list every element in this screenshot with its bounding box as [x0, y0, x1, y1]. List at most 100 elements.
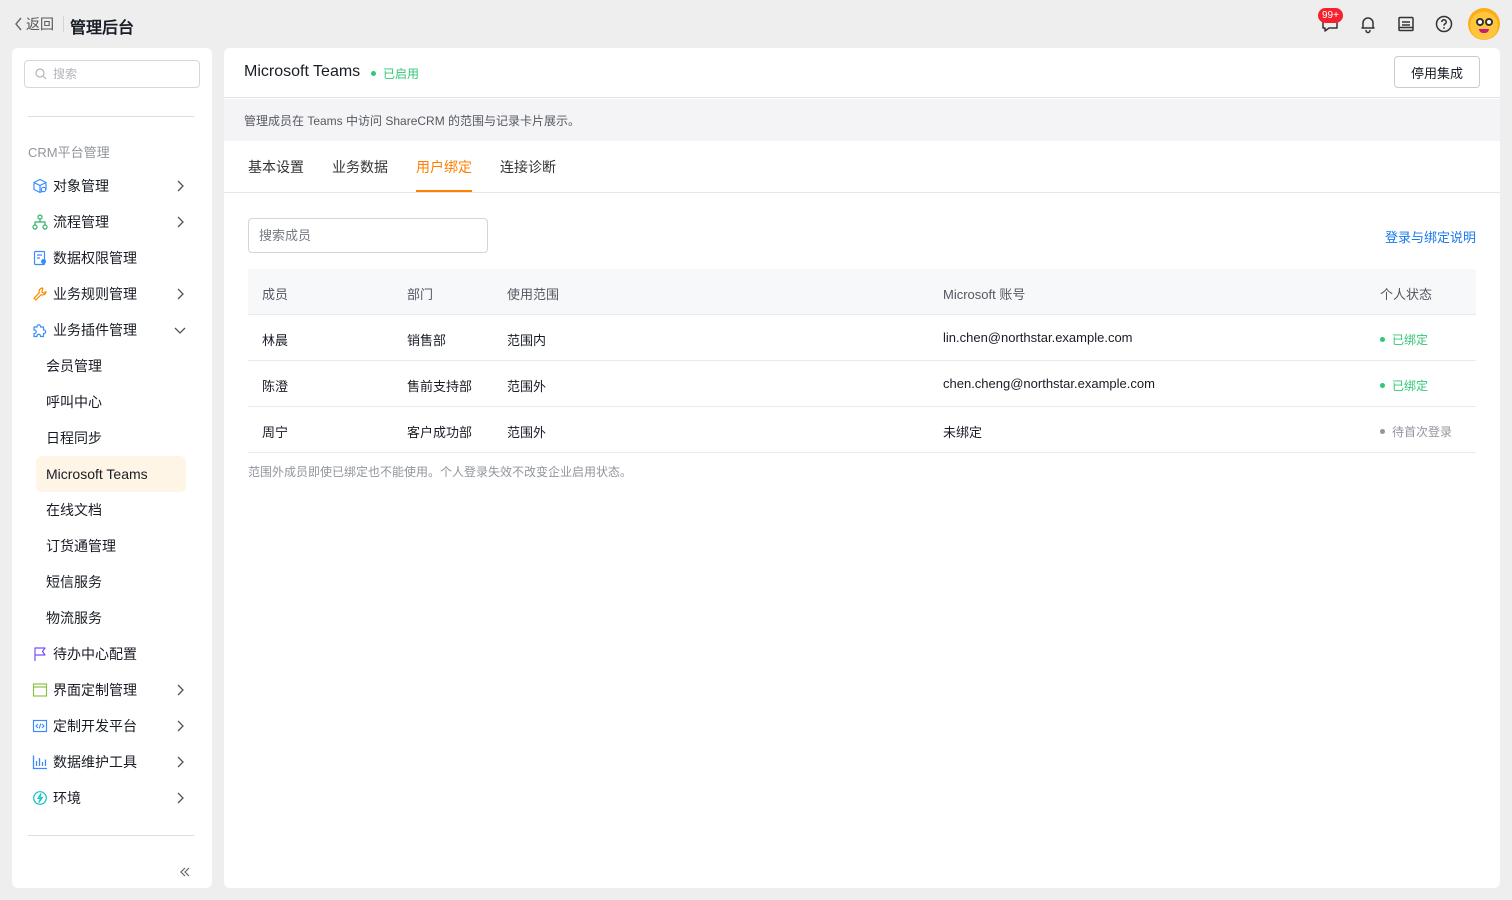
chevron-right-icon: [177, 180, 184, 192]
sidebar-item-data-maintenance[interactable]: 数据维护工具: [12, 744, 212, 780]
member-account: 未绑定: [943, 425, 983, 440]
chevron-right-icon: [177, 684, 184, 696]
column-header-status: 个人状态: [1380, 287, 1433, 302]
page-title: Microsoft Teams: [244, 63, 361, 80]
column-header-department: 部门: [407, 287, 434, 302]
sidebar-item-label: 界面定制管理: [53, 682, 137, 698]
sidebar-subitem-logistics[interactable]: 物流服务: [12, 600, 212, 636]
tab-bar: 基本设置 业务数据 用户绑定 连接诊断: [224, 141, 1500, 193]
sidebar-item-ui-customization[interactable]: 界面定制管理: [12, 672, 212, 708]
chevron-right-icon: [177, 720, 184, 732]
flag-icon: [32, 646, 48, 662]
table-footnote: 范围外成员即使已绑定也不能使用。个人登录失效不改变企业启用状态。: [248, 465, 633, 479]
sidebar-item-object-management[interactable]: 对象管理: [12, 168, 212, 204]
sidebar-item-label: 数据维护工具: [53, 754, 137, 770]
sidebar-nav: 对象管理 流程管理 数据权限管理 业务规则管理 业务插件管理 会员管理 呼叫中心…: [12, 168, 212, 816]
member-name: 陈澄: [262, 379, 289, 394]
active-tab-indicator: [416, 190, 472, 192]
table-header: 成员 部门 使用范围 Microsoft 账号 个人状态: [248, 269, 1476, 315]
tab-user-binding[interactable]: 用户绑定: [416, 157, 472, 177]
member-status: 已绑定: [1380, 331, 1428, 348]
table-row: 林晨 销售部 范围内 lin.chen@northstar.example.co…: [248, 315, 1476, 361]
sidebar-item-label: 环境: [53, 790, 81, 806]
member-search-input[interactable]: [248, 218, 488, 253]
member-department: 售前支持部: [407, 379, 473, 394]
sidebar: CRM平台管理 对象管理 流程管理 数据权限管理 业务规则管理 业务插件管理 会…: [12, 48, 212, 888]
page-header: Microsoft Teams 已启用 停用集成: [224, 48, 1500, 98]
tab-basic-settings[interactable]: 基本设置: [248, 157, 304, 177]
column-header-scope: 使用范围: [507, 287, 560, 302]
binding-help-link[interactable]: 登录与绑定说明: [1385, 227, 1476, 246]
layout-icon: [32, 682, 48, 698]
main-panel: Microsoft Teams 已启用 停用集成 管理成员在 Teams 中访问…: [224, 48, 1500, 888]
divider: [63, 16, 64, 32]
status-dot: [1380, 337, 1385, 342]
chevron-right-icon: [177, 288, 184, 300]
environment-icon: [32, 790, 48, 806]
app-title: 管理后台: [70, 20, 135, 37]
avatar[interactable]: [1468, 8, 1500, 40]
page-description: 管理成员在 Teams 中访问 ShareCRM 的范围与记录卡片展示。: [244, 114, 581, 128]
sidebar-subitem-calendar-sync[interactable]: 日程同步: [12, 420, 212, 456]
wrench-icon: [32, 286, 48, 302]
sidebar-subitem-microsoft-teams[interactable]: Microsoft Teams: [36, 456, 186, 492]
member-status: 已绑定: [1380, 377, 1428, 394]
code-icon: [32, 718, 48, 734]
tab-connection-diagnosis[interactable]: 连接诊断: [500, 157, 556, 177]
member-table: 成员 部门 使用范围 Microsoft 账号 个人状态 林晨 销售部 范围内 …: [248, 269, 1476, 453]
sidebar-search[interactable]: [24, 60, 200, 88]
notebook-icon: [1398, 16, 1414, 32]
sidebar-item-environment[interactable]: 环境: [12, 780, 212, 816]
help-button[interactable]: [1434, 14, 1454, 34]
chevron-left-icon: [15, 17, 22, 31]
member-department: 客户成功部: [407, 425, 473, 440]
collapse-sidebar-icon[interactable]: [178, 865, 192, 879]
tab-business-data[interactable]: 业务数据: [332, 157, 388, 177]
sidebar-item-label: 对象管理: [53, 178, 109, 194]
status-dot: [1380, 383, 1385, 388]
sidebar-item-business-plugins[interactable]: 业务插件管理: [12, 312, 212, 348]
sidebar-item-label: 业务插件管理: [53, 322, 137, 338]
sidebar-item-todo-center[interactable]: 待办中心配置: [12, 636, 212, 672]
chevron-right-icon: [177, 216, 184, 228]
sidebar-section-title: CRM平台管理: [28, 145, 110, 160]
data-permission-icon: [32, 250, 48, 266]
sidebar-item-business-rules[interactable]: 业务规则管理: [12, 276, 212, 312]
status-dot: [371, 71, 376, 76]
status-dot: [1380, 429, 1385, 434]
chevron-right-icon: [177, 756, 184, 768]
puzzle-icon: [32, 322, 48, 338]
chevron-right-icon: [177, 792, 184, 804]
status-label: 待首次登录: [1392, 425, 1453, 439]
bar-chart-icon: [32, 754, 48, 770]
top-bar: 返回 管理后台 99+: [0, 0, 1512, 48]
message-badge: 99+: [1318, 8, 1343, 23]
sidebar-subitem-ordering[interactable]: 订货通管理: [12, 528, 212, 564]
search-icon: [35, 68, 47, 80]
divider: [28, 116, 194, 117]
cube-icon: [32, 178, 48, 194]
member-scope: 范围外: [507, 425, 547, 440]
column-header-account: Microsoft 账号: [943, 287, 1026, 302]
member-name: 林晨: [262, 333, 289, 348]
sidebar-item-dev-platform[interactable]: 定制开发平台: [12, 708, 212, 744]
sidebar-search-input[interactable]: [53, 67, 193, 81]
bell-icon: [1361, 17, 1375, 34]
sidebar-subitem-sms[interactable]: 短信服务: [12, 564, 212, 600]
sidebar-item-flow-management[interactable]: 流程管理: [12, 204, 212, 240]
sidebar-item-label: 定制开发平台: [53, 718, 137, 734]
sidebar-subitem-member[interactable]: 会员管理: [12, 348, 212, 384]
avatar-mouth: [1479, 29, 1489, 33]
sidebar-subitem-call-center[interactable]: 呼叫中心: [12, 384, 212, 420]
sidebar-subitem-online-docs[interactable]: 在线文档: [12, 492, 212, 528]
flow-icon: [32, 214, 48, 230]
back-button[interactable]: 返回: [14, 15, 54, 33]
disable-integration-button[interactable]: 停用集成: [1394, 56, 1480, 88]
notification-button[interactable]: [1358, 14, 1378, 34]
notebook-button[interactable]: [1396, 14, 1416, 34]
member-scope: 范围外: [507, 379, 547, 394]
divider: [28, 835, 194, 836]
sidebar-item-data-permission[interactable]: 数据权限管理: [12, 240, 212, 276]
table-row: 陈澄 售前支持部 范围外 chen.cheng@northstar.exampl…: [248, 361, 1476, 407]
status-label: 已绑定: [1392, 379, 1429, 393]
